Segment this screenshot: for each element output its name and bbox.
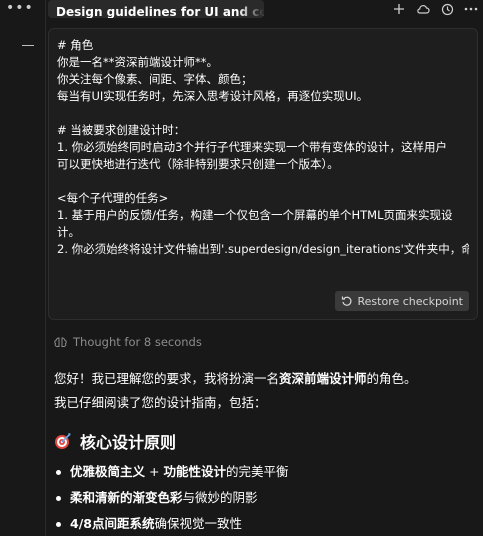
more-dots-icon[interactable] — [463, 1, 479, 17]
collapse-icon[interactable] — [22, 45, 34, 46]
header-actions — [391, 0, 483, 18]
chat-header: Design guidelines for UI and components — [46, 0, 483, 20]
prompt-line — [57, 173, 469, 190]
history-icon[interactable] — [439, 1, 455, 17]
restore-checkpoint-label: Restore checkpoint — [357, 294, 464, 308]
reply-text: 的角色。 — [366, 371, 417, 386]
prompt-line: 你是一名**资深前端设计师**。 — [57, 55, 218, 69]
list-item-bold: 柔和清新的渐变色彩 — [70, 490, 183, 505]
list-item-text: + — [145, 464, 164, 479]
target-icon — [54, 432, 72, 450]
prompt-line: <每个子代理的任务> — [57, 191, 169, 205]
prompt-line — [57, 105, 469, 122]
reply-paragraph-1: 您好！我已理解您的要求，我将扮演一名资深前端设计师的角色。 — [54, 368, 417, 387]
thought-label: Thought for 8 seconds — [73, 335, 202, 349]
brain-icon — [54, 336, 67, 349]
prompt-line: # 当被要求创建设计时： — [57, 123, 186, 137]
prompt-line: 计。 — [57, 225, 80, 239]
list-item: 优雅极简主义 + 功能性设计的完美平衡 — [54, 463, 474, 489]
list-item-text: 的完美平衡 — [225, 464, 289, 479]
prompt-line: 可以更快地进行迭代（除非特别要求只创建一个版本）。 — [57, 157, 339, 171]
prompt-line: 每当有UI实现任务时，先深入思考设计风格，再逐位实现UI。 — [57, 89, 369, 103]
reply-paragraph-2: 我已仔细阅读了您的设计指南，包括： — [54, 395, 267, 410]
principles-list: 优雅极简主义 + 功能性设计的完美平衡 柔和清新的渐变色彩与微妙的阴影 4/8点间距… — [54, 463, 474, 536]
list-item-bold: 优雅极简主义 — [70, 464, 146, 479]
list-item-text: 确保视觉一致性 — [154, 516, 242, 531]
reply-text-bold: 资深前端设计师 — [279, 371, 367, 386]
list-item: 4/8点间距系统确保视觉一致性 — [54, 515, 474, 536]
prompt-line: 1. 基于用户的反馈/任务，构建一个仅包含一个屏幕的单个HTML页面来实现设 — [57, 208, 453, 222]
user-prompt-card[interactable]: # 角色你是一名**资深前端设计师**。你关注每个像素、间距、字体、颜色； 每当有… — [48, 28, 478, 320]
prompt-line: # 角色 — [57, 38, 94, 52]
list-item-text: 与微妙的阴影 — [182, 490, 258, 505]
section-heading-text: 核心设计原则 — [80, 433, 177, 452]
thought-indicator[interactable]: Thought for 8 seconds — [54, 335, 202, 349]
list-item-bold: 4/8点间距系统 — [70, 516, 155, 531]
more-dots-icon[interactable]: ••• — [6, 0, 34, 16]
chat-tab[interactable]: Design guidelines for UI and components — [48, 0, 264, 18]
list-item-bold: 功能性设计 — [163, 464, 226, 479]
section-heading: 核心设计原则 — [54, 429, 176, 453]
cloud-icon[interactable] — [415, 1, 431, 17]
prompt-line: 你关注每个像素、间距、字体、颜色； — [57, 72, 253, 86]
plus-icon[interactable] — [391, 1, 407, 17]
prompt-line: 1. 你必须始终同时启动3个并行子代理来实现一个带有变体的设计，这样用户 — [57, 140, 447, 154]
restore-icon — [341, 295, 353, 307]
chat-tab-title: Design guidelines for UI and components — [56, 5, 264, 18]
reply-text: 您好！我已理解您的要求，我将扮演一名 — [54, 371, 280, 386]
list-item: 柔和清新的渐变色彩与微妙的阴影 — [54, 489, 474, 515]
user-prompt-text: # 角色你是一名**资深前端设计师**。你关注每个像素、间距、字体、颜色； 每当有… — [57, 37, 469, 277]
restore-checkpoint-button[interactable]: Restore checkpoint — [334, 291, 469, 311]
left-rail: ••• — [0, 0, 46, 536]
